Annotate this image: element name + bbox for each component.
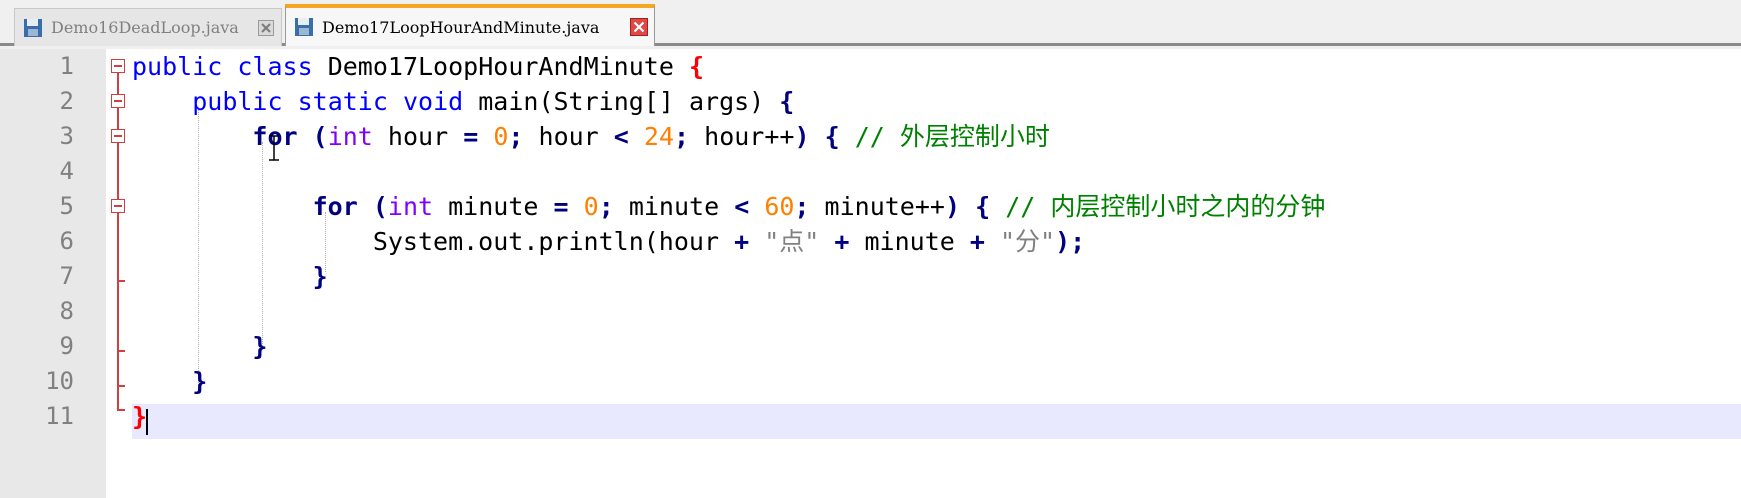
code-line-10: } <box>132 364 207 399</box>
line-number: 3 <box>59 122 74 150</box>
line-number: 10 <box>45 367 74 395</box>
number: 0 <box>493 122 509 151</box>
code-editor[interactable]: 1 2 3 4 5 6 7 8 9 10 11 public class Dem… <box>0 49 1741 498</box>
keyword: static <box>297 87 388 116</box>
current-line-highlight <box>132 404 1741 439</box>
operator: ; <box>794 192 810 221</box>
keyword: public <box>192 87 283 116</box>
tab-label: Demo17LoopHourAndMinute.java <box>322 17 600 37</box>
comment: // 外层控制小时 <box>854 122 1050 151</box>
operator: ); <box>1055 227 1086 256</box>
operator: < <box>613 122 629 151</box>
operator: < <box>734 192 750 221</box>
fold-collapse-icon[interactable] <box>111 199 125 213</box>
operator: = <box>463 122 479 151</box>
paren: ) <box>794 122 810 151</box>
line-number: 8 <box>59 297 74 325</box>
fold-end-tick <box>117 385 125 387</box>
code-line-7: } <box>132 259 328 294</box>
paren: ( <box>372 192 388 221</box>
paren: ( <box>312 122 328 151</box>
tab-demo16[interactable]: Demo16DeadLoop.java <box>14 8 282 46</box>
line-number: 4 <box>59 157 74 185</box>
method-call: System.out.println(hour <box>372 227 720 256</box>
line-number: 7 <box>59 262 74 290</box>
operator: + <box>734 227 750 256</box>
save-icon <box>23 18 43 38</box>
type: int <box>327 122 373 151</box>
keyword: public <box>132 52 223 81</box>
tab-label: Demo16DeadLoop.java <box>51 18 239 37</box>
line-number: 9 <box>59 332 74 360</box>
line-number: 2 <box>59 87 74 115</box>
comment: // 内层控制小时之内的分钟 <box>1005 192 1326 221</box>
brace: } <box>312 262 328 291</box>
code-line-6: System.out.println(hour + "点" + minute +… <box>132 224 1085 259</box>
brace: { <box>975 192 991 221</box>
identifier: minute++ <box>824 192 945 221</box>
operator: = <box>553 192 569 221</box>
line-number: 6 <box>59 227 74 255</box>
identifier: minute <box>864 227 955 256</box>
brace: } <box>132 402 148 431</box>
brace: { <box>824 122 840 151</box>
fold-margin <box>106 49 132 498</box>
code-line-9: } <box>132 329 267 364</box>
fold-collapse-icon[interactable] <box>111 59 125 73</box>
identifier: minute <box>448 192 539 221</box>
line-number-gutter: 1 2 3 4 5 6 7 8 9 10 11 <box>0 49 106 498</box>
brace: { <box>779 87 795 116</box>
identifier: minute <box>628 192 720 221</box>
fold-end-tick <box>117 409 125 411</box>
method-signature: main(String[] args) <box>478 87 765 116</box>
operator: + <box>834 227 850 256</box>
string-literal: "点" <box>764 227 820 256</box>
identifier: hour <box>387 122 449 151</box>
string-literal: "分" <box>1000 227 1056 256</box>
operator: ; <box>674 122 690 151</box>
ibeam-cursor-icon <box>268 135 280 165</box>
paren: ) <box>944 192 961 221</box>
fold-line <box>117 70 119 410</box>
tab-demo17[interactable]: Demo17LoopHourAndMinute.java <box>285 4 655 46</box>
line-number: 1 <box>59 52 74 80</box>
operator: ; <box>598 192 614 221</box>
code-line-11: } <box>132 399 147 434</box>
fold-collapse-icon[interactable] <box>111 94 125 108</box>
identifier: hour++ <box>704 122 795 151</box>
code-line-1: public class Demo17LoopHourAndMinute { <box>132 49 704 84</box>
brace: } <box>252 332 268 361</box>
fold-end-tick <box>117 280 125 282</box>
text-caret <box>146 409 148 435</box>
fold-collapse-icon[interactable] <box>111 129 125 143</box>
close-icon[interactable] <box>257 19 275 37</box>
line-number: 11 <box>45 402 74 430</box>
fold-end-tick <box>117 350 125 352</box>
number: 0 <box>583 192 599 221</box>
brace: } <box>192 367 208 396</box>
number: 60 <box>764 192 795 221</box>
line-number: 5 <box>59 192 74 220</box>
keyword: for <box>312 192 358 221</box>
operator: ; <box>508 122 524 151</box>
class-name: Demo17LoopHourAndMinute <box>327 52 674 81</box>
keyword: class <box>237 52 313 81</box>
identifier: hour <box>538 122 599 151</box>
close-icon[interactable] <box>630 18 648 36</box>
code-line-2: public static void main(String[] args) { <box>132 84 794 119</box>
save-icon <box>294 17 314 37</box>
code-line-5: for (int minute = 0; minute < 60; minute… <box>132 189 1326 224</box>
type: int <box>387 192 434 221</box>
operator: + <box>969 227 985 256</box>
brace: { <box>688 52 705 81</box>
keyword: void <box>402 87 464 116</box>
tab-bar: Demo16DeadLoop.java Demo17LoopHourAndMin… <box>0 0 1741 46</box>
number: 24 <box>643 122 675 151</box>
